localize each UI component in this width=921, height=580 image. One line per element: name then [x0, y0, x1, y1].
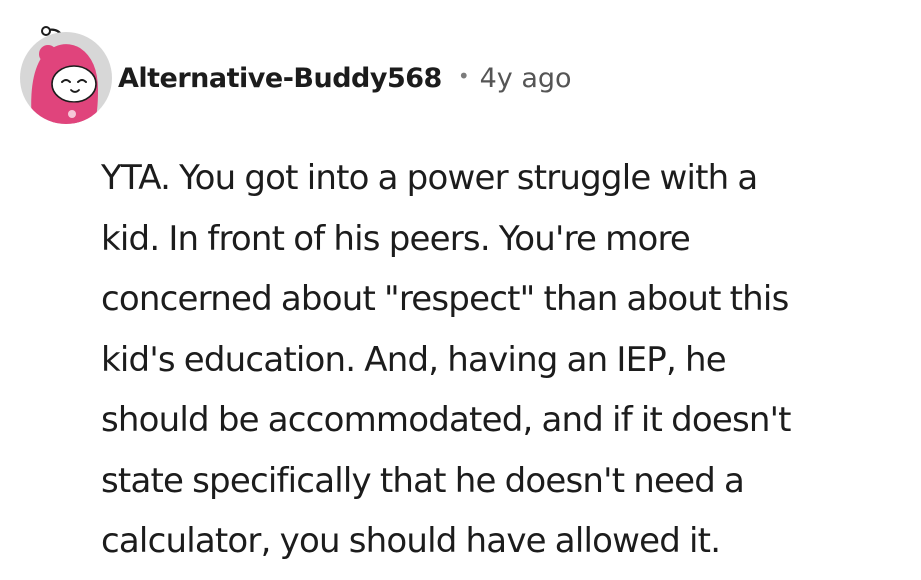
author-username[interactable]: Alternative-Buddy568: [118, 63, 442, 94]
comment-line: calculator, you should have allowed it.: [101, 521, 721, 561]
comment-line: kid. In front of his peers. You're more: [101, 218, 691, 259]
comment: Alternative-Buddy568 • 4y ago YTA. You g…: [0, 0, 921, 580]
comment-line: concerned about "respect" than about thi…: [101, 279, 789, 319]
comment-body: YTA. You got into a power struggle with …: [101, 148, 911, 572]
comment-line: state specifically that he doesn't need …: [101, 460, 745, 501]
comment-header: Alternative-Buddy568 • 4y ago: [18, 24, 572, 124]
comment-meta: Alternative-Buddy568 • 4y ago: [118, 63, 572, 94]
meta-separator: •: [457, 64, 470, 88]
avatar[interactable]: [18, 24, 114, 124]
comment-line: should be accommodated, and if it doesn'…: [101, 400, 792, 440]
snoo-avatar-icon: [20, 26, 112, 124]
comment-line: YTA. You got into a power struggle with …: [101, 158, 758, 198]
comment-line: kid's education. And, having an IEP, he: [101, 339, 727, 380]
timestamp[interactable]: 4y ago: [480, 63, 572, 94]
